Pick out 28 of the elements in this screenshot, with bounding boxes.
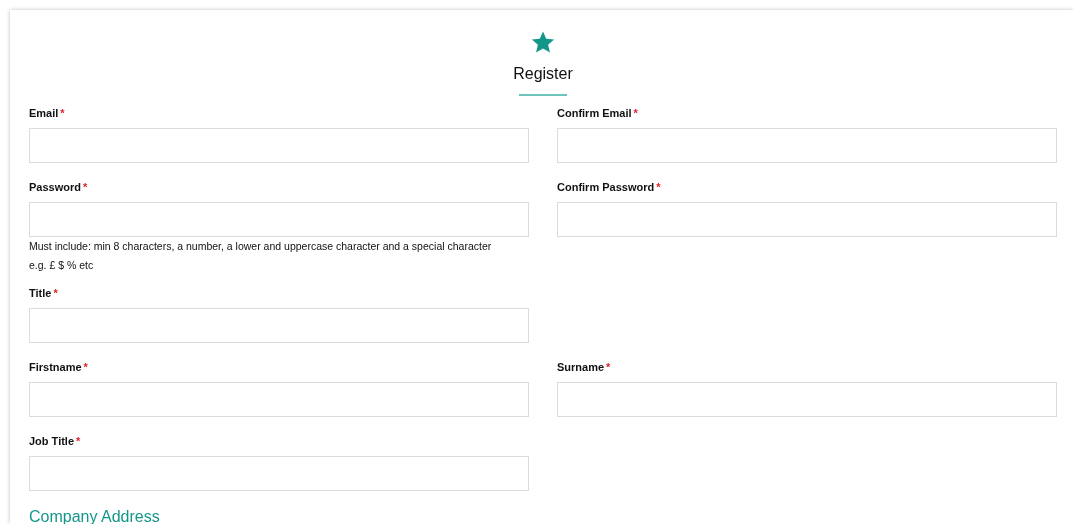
required-mark: * [83, 361, 88, 373]
hint-text: Must include: min 8 characters, a number, a lower and uppercase character and a special character [29, 240, 492, 252]
field-label: Confirm Password [557, 181, 655, 193]
input-field[interactable] [29, 308, 529, 343]
required-mark: * [60, 107, 65, 119]
required-mark: * [606, 361, 611, 373]
field-label: Surname [557, 361, 605, 373]
field-label: Email [29, 107, 59, 119]
input-field[interactable] [557, 382, 1057, 417]
form-title: Register [513, 64, 573, 84]
required-mark: * [82, 181, 88, 193]
required-mark: * [53, 287, 58, 299]
input-field[interactable] [29, 128, 529, 163]
field-label: Firstname [29, 361, 82, 373]
input-field[interactable] [557, 202, 1057, 237]
input-field[interactable] [29, 456, 529, 491]
field-label: Confirm Email [557, 107, 632, 119]
input-field[interactable] [29, 382, 529, 417]
input-field[interactable] [557, 128, 1057, 163]
required-mark: * [656, 181, 661, 193]
required-mark: * [633, 107, 638, 119]
field-label: Password [29, 181, 81, 193]
required-mark: * [76, 435, 81, 447]
input-field[interactable] [29, 202, 529, 237]
field-label: Title [29, 287, 52, 299]
field-label: Job Title [29, 435, 75, 447]
star-icon [530, 30, 556, 55]
hint-text: e.g. £ $ % etc [29, 259, 94, 271]
